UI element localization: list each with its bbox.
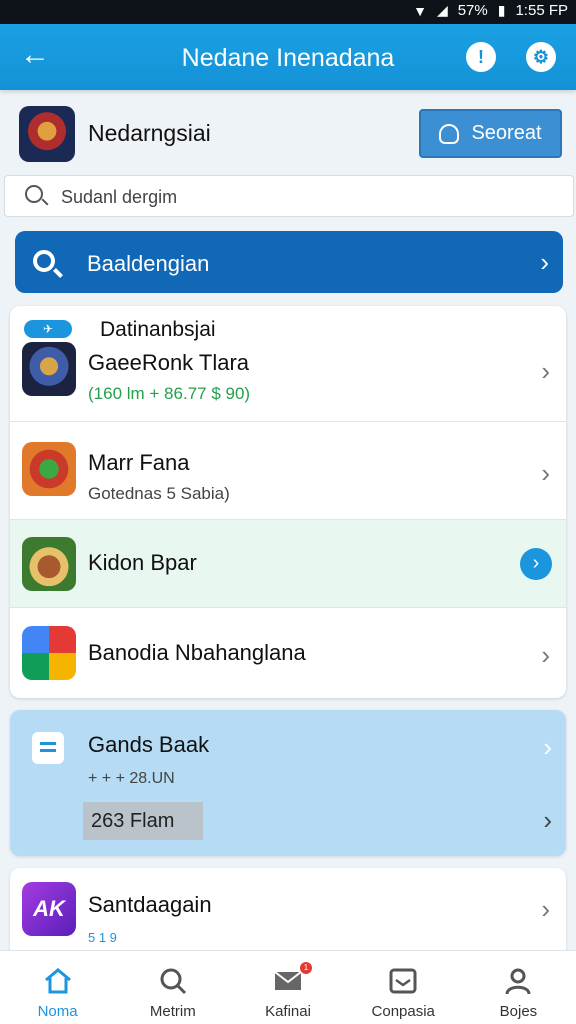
settings-icon[interactable]: ⚙	[526, 42, 556, 72]
nav-label: Bojes	[499, 1003, 538, 1020]
battery-icon: ▮	[497, 2, 506, 18]
list-item-title: GaeeRonk Tlara	[88, 350, 250, 375]
app-bar: ← Nedane Inenadana ! ⚙	[0, 24, 576, 90]
wallet-icon	[32, 732, 64, 764]
nav-label: Metrim	[149, 1003, 196, 1020]
signal-icon: ◢	[436, 2, 448, 18]
list-item[interactable]: Marr Fana Gotednas 5 Sabia) ›	[10, 422, 566, 520]
chevron-right-icon: ›	[543, 732, 552, 762]
list-item-subtitle: Gotednas 5 Sabia)	[88, 484, 230, 503]
app-icon	[22, 626, 76, 680]
profile-avatar	[19, 106, 75, 162]
alert-icon[interactable]: !	[466, 42, 496, 72]
wifi-icon: ▼	[413, 2, 427, 19]
nav-inbox[interactable]: Conpasia	[346, 951, 461, 1024]
banner-label: Baaldengian	[87, 251, 210, 276]
status-bar: ▼ ◢ 57% ▮ 1:55 FP	[0, 0, 576, 24]
list-item-title: Banodia Nbahanglana	[88, 640, 306, 665]
person-icon	[505, 968, 531, 995]
game-app-icon	[22, 442, 76, 496]
search-icon	[25, 185, 43, 203]
clock: 1:55 FP	[515, 2, 568, 19]
profile-name: Nedarngsiai	[88, 120, 211, 146]
search-icon	[33, 250, 55, 272]
wallet-title: Gands Baak	[88, 732, 210, 757]
inbox-icon	[389, 968, 417, 994]
game-app-icon	[22, 537, 76, 591]
battery-percent: 57%	[457, 2, 488, 19]
chevron-right-icon: ›	[541, 640, 550, 670]
home-icon	[44, 968, 71, 994]
profile-header: Nedarngsiai Seoreat	[0, 90, 576, 176]
nav-label: Noma	[37, 1003, 78, 1020]
chevron-right-icon: ›	[543, 805, 552, 835]
chevron-right-icon: ›	[540, 247, 549, 277]
app-item-subtitle: 5 1 9	[88, 930, 117, 945]
wallet-amount: 263 Flam	[83, 802, 203, 840]
list-item-title: Kidon Bpar	[88, 550, 197, 575]
nav-profile[interactable]: Bojes	[461, 951, 576, 1024]
mail-icon: 1	[272, 962, 312, 996]
app-item-card[interactable]: AK Santdaagain 5 1 9 ›	[10, 868, 566, 958]
nav-home[interactable]: Noma	[0, 951, 115, 1024]
chevron-right-icon: ›	[520, 548, 552, 580]
nav-label: Conpasia	[371, 1003, 435, 1020]
app-list-card: ✈ Datinanbsjai GaeeRonk Tlara (160 lm + …	[10, 306, 566, 698]
search-icon	[160, 968, 186, 995]
app-icon: AK	[22, 882, 76, 936]
list-item-subtitle: (160 lm + 86.77 $ 90)	[88, 384, 251, 403]
profile-action-label: Seoreat	[471, 122, 542, 144]
bottom-nav: Noma Metrim 1 Kafinai Conpasia Bojes	[0, 950, 576, 1024]
chevron-right-icon: ›	[541, 458, 550, 488]
notification-badge: 1	[300, 962, 312, 974]
list-item[interactable]: GaeeRonk Tlara (160 lm + 86.77 $ 90) ›	[10, 306, 566, 422]
search-placeholder: Sudanl dergim	[61, 187, 178, 207]
list-item-selected[interactable]: Kidon Bpar ›	[10, 520, 566, 608]
person-icon	[439, 123, 460, 144]
search-banner-button[interactable]: Baaldengian ›	[15, 231, 563, 293]
chevron-right-icon: ›	[541, 356, 550, 386]
nav-mail[interactable]: 1 Kafinai	[230, 951, 345, 1024]
chevron-right-icon: ›	[541, 894, 550, 924]
wallet-subtitle: + + + 28.UN	[88, 770, 175, 787]
app-item-title: Santdaagain	[88, 892, 212, 917]
list-item-title: Marr Fana	[88, 450, 190, 475]
nav-search[interactable]: Metrim	[115, 951, 230, 1024]
profile-action-button[interactable]: Seoreat	[419, 109, 562, 158]
nav-label: Kafinai	[265, 1003, 311, 1020]
list-item[interactable]: Banodia Nbahanglana ›	[10, 608, 566, 698]
wallet-card[interactable]: Gands Baak + + + 28.UN 263 Flam › ›	[10, 710, 566, 856]
game-app-icon	[22, 342, 76, 396]
search-input[interactable]: Sudanl dergim	[4, 175, 574, 217]
